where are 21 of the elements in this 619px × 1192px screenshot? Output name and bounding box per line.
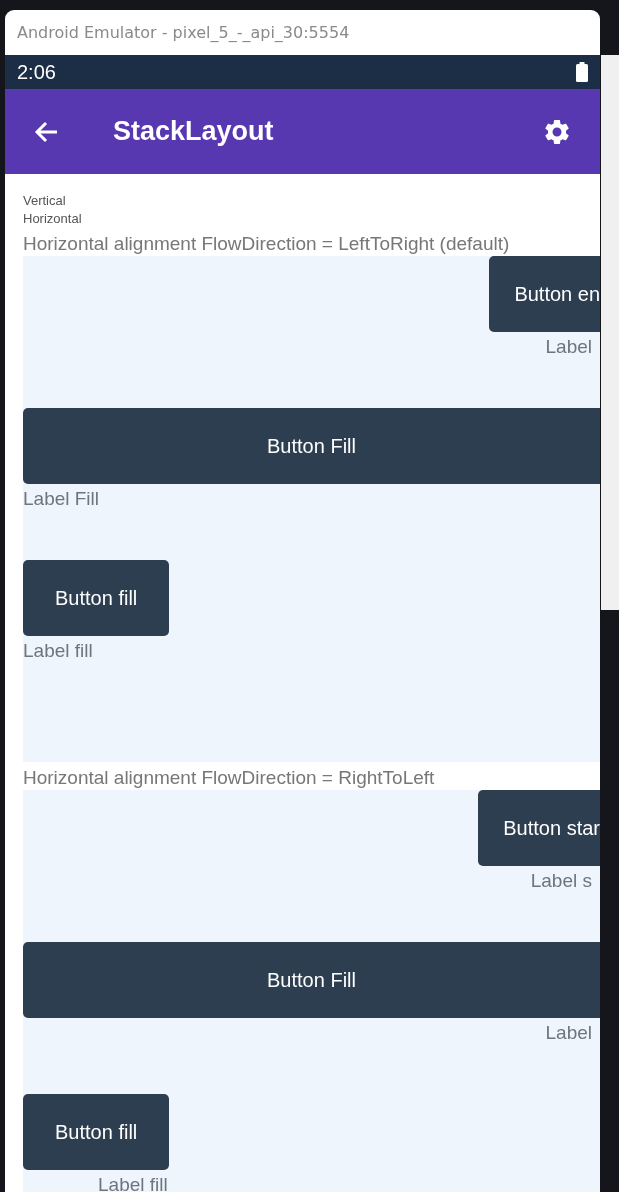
window-title: Android Emulator - pixel_5_-_api_30:5554 [17,23,350,42]
section-heading: Horizontal alignment FlowDirection = RightToLeft [23,766,436,790]
option-label: Horizontal [23,210,83,228]
battery-icon [576,62,588,82]
demo-label: Label fill [98,1174,168,1192]
option-label: Vertical [23,192,67,210]
section-heading: Horizontal alignment FlowDirection = LeftToRight (default) [23,232,511,256]
demo-label: Label [545,336,593,358]
demo-label: Label fill [23,640,93,662]
demo-label: Label s [530,870,593,892]
demo-button[interactable]: Button fill [23,560,170,636]
demo-label: Label [545,1022,593,1044]
demo-button[interactable]: Button en [489,256,600,332]
demo-button[interactable]: Button fill [23,1094,170,1170]
status-time: 2:06 [17,60,56,84]
toolbar-title: StackLayout [113,116,275,147]
demo-button[interactable]: Button Fill [23,408,600,484]
back-arrow-icon[interactable] [33,119,59,144]
demo-button[interactable]: Button Fill [23,942,600,1018]
demo-label: Label Fill [23,488,100,510]
demo-button[interactable]: Button star [478,790,600,866]
